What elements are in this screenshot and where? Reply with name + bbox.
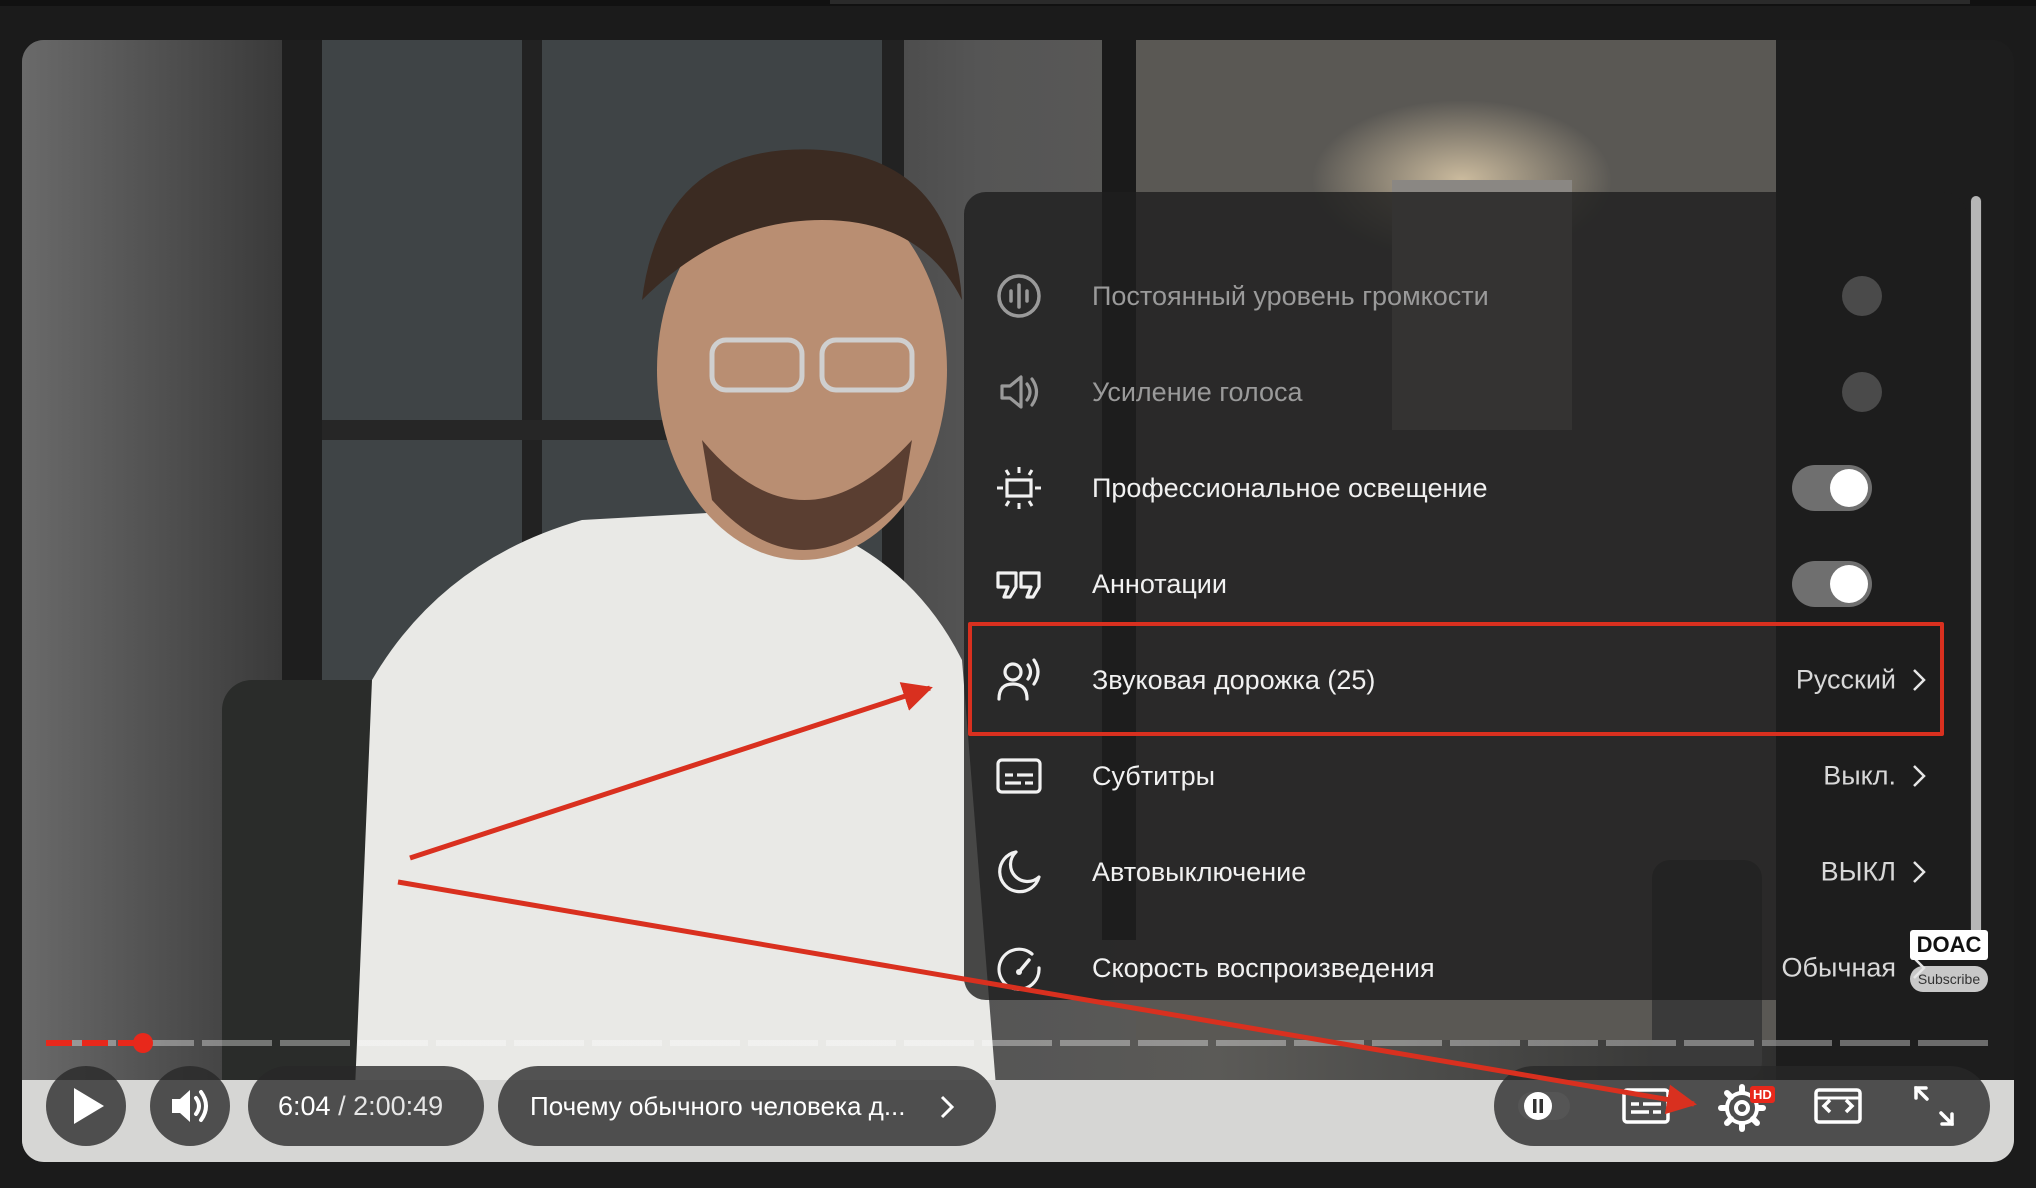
page: Постоянный уровень громкости Усиление го… bbox=[0, 0, 2036, 1188]
annotations-switch[interactable] bbox=[1792, 561, 1872, 607]
playback-speed-icon bbox=[997, 947, 1041, 991]
menu-item-label: Субтитры bbox=[1092, 761, 1216, 791]
menu-item-label: Скорость воспроизведения bbox=[1092, 953, 1435, 983]
autoplay-pause-icon bbox=[1518, 1092, 1570, 1120]
channel-watermark[interactable]: DOAC bbox=[1910, 930, 1988, 960]
fullscreen-icon bbox=[1914, 1086, 1954, 1126]
menu-item-playback-speed[interactable]: Скорость воспроизведения Обычная bbox=[964, 920, 1966, 1016]
progress-track bbox=[46, 1040, 1992, 1046]
video-title: Почему обычного человека д... bbox=[530, 1091, 906, 1121]
voice-boost-toggle[interactable] bbox=[1842, 372, 1882, 412]
play-button[interactable] bbox=[46, 1066, 126, 1146]
hd-badge: HD bbox=[1750, 1086, 1775, 1103]
sleep-timer-value: ВЫКЛ bbox=[1820, 856, 1896, 887]
menu-item-stable-volume[interactable]: Постоянный уровень громкости bbox=[964, 248, 1966, 344]
menu-item-label: Усиление голоса bbox=[1092, 377, 1303, 407]
menu-item-voice-boost[interactable]: Усиление голоса bbox=[964, 344, 1966, 440]
play-icon bbox=[74, 1088, 104, 1124]
chevron-right-icon bbox=[1913, 765, 1926, 787]
menu-item-subtitles[interactable]: Субтитры Выкл. bbox=[964, 728, 1966, 824]
menu-item-label: Постоянный уровень громкости bbox=[1092, 281, 1489, 311]
audio-track-highlight bbox=[968, 622, 1944, 736]
stable-volume-toggle[interactable] bbox=[1842, 276, 1882, 316]
subtitles-value: Выкл. bbox=[1823, 760, 1896, 791]
menu-item-sleep-timer[interactable]: Автовыключение ВЫКЛ bbox=[964, 824, 1966, 920]
volume-icon bbox=[172, 1090, 208, 1122]
progress-bar[interactable] bbox=[46, 1033, 1992, 1053]
theater-mode-button[interactable] bbox=[1798, 1066, 1878, 1146]
theater-mode-icon bbox=[1814, 1088, 1862, 1124]
annotations-quote-icon bbox=[996, 571, 1041, 599]
chevron-right-icon bbox=[940, 1095, 955, 1119]
duration: 2:00:49 bbox=[353, 1091, 444, 1121]
menu-item-annotations[interactable]: Аннотации bbox=[964, 536, 1966, 632]
subtitles-icon bbox=[996, 758, 1042, 794]
subscribe-watermark[interactable]: Subscribe bbox=[1910, 966, 1988, 992]
settings-button[interactable]: HD bbox=[1702, 1066, 1782, 1146]
menu-item-label: Профессиональное освещение bbox=[1092, 473, 1488, 503]
settings-scrollbar-thumb[interactable] bbox=[1971, 196, 1981, 956]
menu-item-label: Аннотации bbox=[1092, 569, 1227, 599]
autoplay-toggle[interactable] bbox=[1498, 1066, 1578, 1146]
menu-item-label: Автовыключение bbox=[1092, 857, 1307, 887]
time-separator: / bbox=[330, 1091, 354, 1121]
top-bar bbox=[0, 0, 2036, 6]
chevron-right-icon bbox=[1913, 861, 1926, 883]
voice-boost-icon bbox=[1000, 375, 1039, 409]
subtitles-icon bbox=[1622, 1088, 1670, 1124]
current-time: 6:04 bbox=[278, 1091, 331, 1121]
sleep-timer-moon-icon bbox=[998, 850, 1041, 894]
ambient-lighting-icon bbox=[997, 467, 1041, 509]
volume-button[interactable] bbox=[150, 1066, 230, 1146]
playback-speed-value: Обычная bbox=[1781, 952, 1897, 983]
stable-volume-icon bbox=[997, 274, 1041, 318]
fullscreen-button[interactable] bbox=[1894, 1066, 1974, 1146]
menu-item-ambient-lighting[interactable]: Профессиональное освещение bbox=[964, 440, 1966, 536]
subtitles-button[interactable] bbox=[1606, 1066, 1686, 1146]
gear-icon bbox=[1718, 1084, 1766, 1132]
chapter-title-button[interactable]: Почему обычного человека д... bbox=[498, 1066, 996, 1146]
ambient-lighting-switch[interactable] bbox=[1792, 465, 1872, 511]
progress-played bbox=[46, 1040, 144, 1046]
time-display: 6:04 / 2:00:49 bbox=[248, 1066, 484, 1146]
